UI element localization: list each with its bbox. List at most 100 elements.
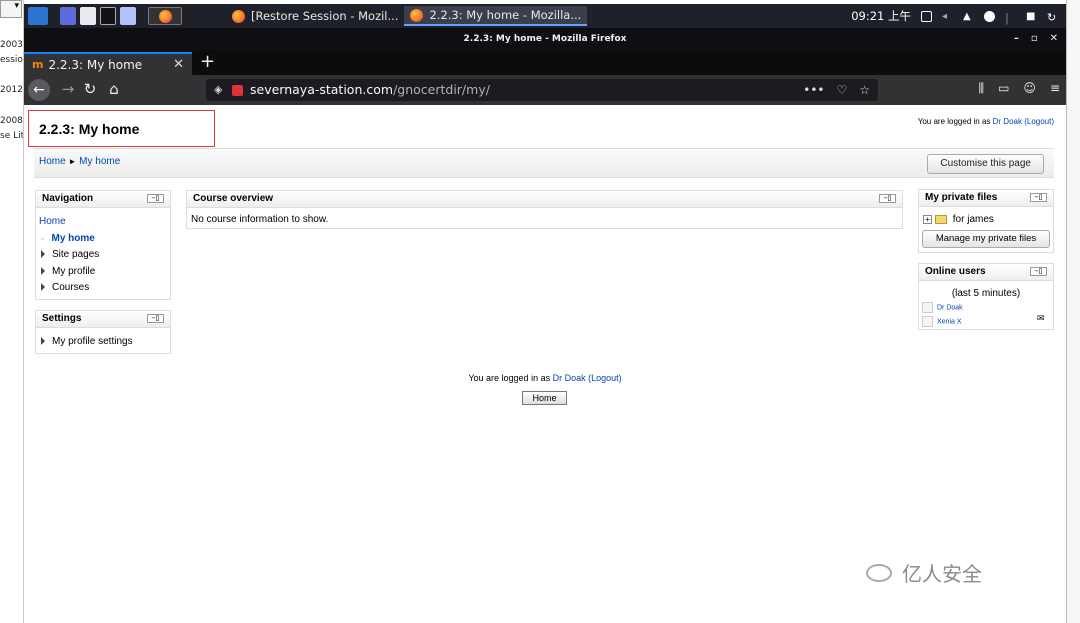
terminal-icon[interactable]: [100, 7, 116, 25]
course-overview-block: Course overview –▯ No course information …: [186, 190, 903, 229]
background-scroll-strip: [1066, 0, 1080, 623]
taskbar-task[interactable]: [Restore Session - Mozil...: [226, 6, 404, 26]
watermark: 亿人安全: [866, 558, 982, 587]
footer-home-button[interactable]: Home: [522, 391, 567, 405]
message-icon[interactable]: ✉: [1037, 313, 1045, 324]
firefox-icon: [232, 9, 245, 23]
tracking-shield-icon[interactable]: ◈: [214, 79, 222, 101]
plus-icon[interactable]: +: [923, 214, 932, 224]
tab-title: 2.2.3: My home: [48, 57, 143, 72]
close-window-button[interactable]: ✕: [1050, 28, 1058, 50]
folder-icon: [934, 214, 947, 224]
separator: |: [1005, 10, 1009, 25]
folder-item[interactable]: + for james: [923, 214, 994, 225]
expand-icon: [41, 337, 45, 346]
background-dropdown: ▾: [0, 0, 22, 18]
block-title: Online users: [925, 266, 986, 277]
nav-home-link[interactable]: Home: [39, 216, 66, 227]
url-bar[interactable]: ◈ severnaya-station.com/gnocertdir/my/ •…: [206, 79, 878, 101]
settings-block: Settings –▯ My profile settings: [35, 310, 171, 354]
home-icon[interactable]: ⌂: [102, 80, 126, 98]
background-window: ▾ 2003 essio 2012 2008 se Lit: [0, 0, 24, 623]
background-text: 2003: [0, 40, 23, 50]
network-icon[interactable]: [984, 10, 995, 22]
page-content: 2.2.3: My home You are logged in as Dr D…: [24, 105, 1066, 623]
nav-courses[interactable]: Courses: [41, 282, 89, 293]
background-text: 2012: [0, 85, 23, 95]
clock[interactable]: 09:21 上午: [851, 8, 911, 24]
display-icon[interactable]: [921, 10, 932, 22]
background-text: se Lit: [0, 131, 24, 141]
online-user-link[interactable]: Dr Doak: [937, 304, 963, 311]
window-title: 2.2.3: My home - Mozilla Firefox: [463, 34, 627, 44]
block-dock-icon[interactable]: –▯: [147, 314, 164, 323]
course-empty-message: No course information to show.: [191, 214, 329, 225]
account-icon[interactable]: ☺: [1023, 81, 1036, 96]
footer-login-info: You are logged in as Dr Doak (Logout): [468, 373, 622, 383]
workspace-icon[interactable]: [60, 7, 76, 25]
background-text: essio: [0, 55, 23, 65]
background-text: 2008: [0, 116, 23, 126]
login-info: You are logged in as Dr Doak (Logout): [917, 117, 1054, 126]
page-actions-icon[interactable]: •••: [803, 79, 824, 101]
pocket-icon[interactable]: ♡: [836, 79, 847, 101]
url-path: /gnocertdir/my/: [393, 82, 490, 97]
breadcrumb-home[interactable]: Home: [39, 156, 66, 167]
block-dock-icon[interactable]: –▯: [879, 194, 896, 203]
breadcrumb-my-home[interactable]: My home: [79, 156, 120, 167]
close-tab-icon[interactable]: ✕: [173, 57, 184, 72]
breadcrumb-separator: ►: [68, 157, 77, 166]
file-manager-icon[interactable]: [80, 7, 96, 25]
expand-icon: [41, 267, 45, 276]
moodle-favicon-icon: m: [32, 58, 44, 71]
avatar: [922, 316, 933, 327]
block-title: Course overview: [193, 193, 274, 204]
back-button[interactable]: ←: [28, 79, 50, 101]
sidebar-icon[interactable]: ▭: [998, 81, 1009, 96]
online-users-block: Online users –▯ (last 5 minutes) Dr Doak …: [918, 263, 1054, 330]
kali-menu-icon[interactable]: [28, 7, 48, 25]
navbar-strip: Home ► My home Customise this page: [34, 148, 1054, 178]
logout-icon[interactable]: ↻: [1047, 11, 1058, 24]
online-users-period: (last 5 minutes): [951, 288, 1021, 299]
nav-my-profile[interactable]: My profile: [41, 266, 95, 277]
block-dock-icon[interactable]: –▯: [1030, 193, 1047, 202]
online-user-link[interactable]: Xenia X: [937, 318, 962, 325]
volume-icon[interactable]: ◂: [942, 11, 953, 22]
navigation-block: Navigation –▯ Home ▫ My home Site pages My…: [35, 190, 171, 300]
logout-link[interactable]: (Logout): [1024, 117, 1054, 126]
notification-bell-icon[interactable]: ▲: [963, 11, 974, 22]
connection-warning-icon[interactable]: [232, 85, 243, 96]
nav-my-home-link[interactable]: My home: [51, 233, 94, 244]
lock-icon[interactable]: ■: [1026, 11, 1037, 22]
maximize-button[interactable]: ▫: [1031, 28, 1038, 50]
library-icon[interactable]: ⫼: [979, 81, 985, 96]
firefox-launcher-icon[interactable]: [148, 7, 182, 25]
taskbar: [Restore Session - Mozil... 2.2.3: My ho…: [24, 4, 1066, 28]
breadcrumb: Home ► My home: [39, 156, 120, 167]
wechat-logo-icon: [866, 563, 892, 582]
system-tray: 09:21 上午 ◂ ▲ | ■ ↻: [851, 8, 1066, 25]
avatar: [922, 302, 933, 313]
minimize-button[interactable]: –: [1014, 28, 1019, 50]
user-link[interactable]: Dr Doak: [993, 117, 1022, 126]
nav-site-pages[interactable]: Site pages: [41, 249, 99, 260]
reload-button[interactable]: ↻: [78, 80, 102, 98]
block-title: Navigation: [42, 193, 94, 204]
footer-user-link[interactable]: Dr Doak: [553, 373, 586, 383]
block-dock-icon[interactable]: –▯: [1030, 267, 1047, 276]
customise-page-button[interactable]: Customise this page: [927, 154, 1044, 174]
taskbar-task-active[interactable]: 2.2.3: My home - Mozilla...: [404, 6, 588, 26]
window-titlebar: 2.2.3: My home - Mozilla Firefox – ▫ ✕: [24, 28, 1066, 50]
footer-logout-link[interactable]: (Logout): [588, 373, 622, 383]
new-tab-button[interactable]: +: [200, 51, 215, 72]
menu-icon[interactable]: ≡: [1050, 81, 1060, 96]
forward-button[interactable]: →: [56, 80, 80, 98]
settings-my-profile-settings[interactable]: My profile settings: [41, 336, 133, 347]
manage-private-files-button[interactable]: Manage my private files: [922, 230, 1050, 248]
screenshot-icon[interactable]: [120, 7, 136, 25]
bookmark-star-icon[interactable]: ☆: [859, 79, 870, 101]
browser-tab[interactable]: m 2.2.3: My home ✕: [24, 52, 192, 75]
block-dock-icon[interactable]: –▯: [147, 194, 164, 203]
block-title: Settings: [42, 313, 82, 324]
